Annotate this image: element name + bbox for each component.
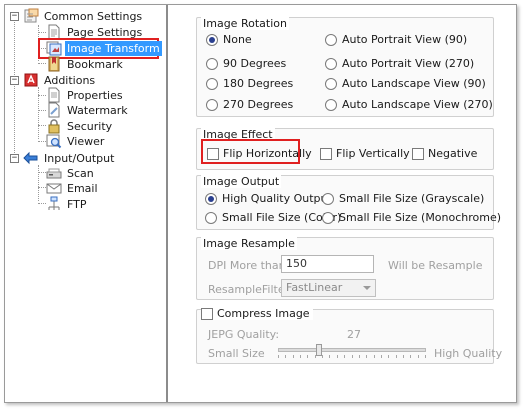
settings-window: − Common Settings Page Settings Image Tr…	[4, 4, 517, 403]
bookmark-icon	[46, 56, 62, 72]
envelope-icon	[46, 180, 62, 196]
radio-indicator	[322, 211, 334, 224]
tree-node-image-transform[interactable]: Image Transform	[46, 40, 162, 56]
slider-tick	[285, 355, 286, 358]
tree-node-security[interactable]: Security	[46, 118, 114, 134]
image-transform-panel: Image Rotation None 90 Degrees 180 Degre…	[170, 5, 516, 402]
rotation-270-radio[interactable]: 270 Degrees	[206, 98, 293, 111]
small-file-grayscale-radio[interactable]: Small File Size (Grayscale)	[322, 192, 484, 205]
tree-node-input-output[interactable]: Input/Output	[23, 150, 116, 166]
ftp-network-icon	[46, 196, 62, 212]
auto-landscape-90-radio[interactable]: Auto Landscape View (90)	[325, 77, 486, 90]
dpi-label: DPI More than	[208, 259, 286, 272]
radio-indicator	[325, 33, 337, 46]
slider-tick	[344, 355, 345, 358]
rotation-none-radio[interactable]: None	[206, 33, 252, 46]
slider-tick	[374, 355, 375, 358]
jpeg-quality-slider[interactable]	[278, 343, 426, 359]
image-resample-title: Image Resample	[201, 237, 297, 250]
jpeg-quality-value: 27	[347, 328, 361, 341]
high-quality-output-radio[interactable]: High Quality Output	[205, 192, 332, 205]
auto-portrait-90-radio[interactable]: Auto Portrait View (90)	[325, 33, 467, 46]
tree-node-viewer[interactable]: Viewer	[46, 133, 106, 149]
radio-indicator	[322, 192, 334, 205]
slider-tick	[337, 355, 338, 358]
flip-vertically-checkbox[interactable]: Flip Vertically	[320, 147, 410, 160]
tree-node-ftp[interactable]: FTP	[46, 196, 89, 212]
tree-node-scan[interactable]: Scan	[46, 165, 96, 181]
collapse-additions-toggle[interactable]: −	[10, 76, 19, 85]
scanner-icon	[46, 165, 62, 181]
slider-tick	[403, 355, 404, 358]
slider-tick	[425, 355, 426, 358]
viewer-icon	[46, 133, 62, 149]
tree-node-bookmark[interactable]: Bookmark	[46, 56, 125, 72]
dpi-input[interactable]: 150	[281, 255, 374, 273]
auto-portrait-270-radio[interactable]: Auto Portrait View (270)	[325, 57, 474, 70]
image-transform-icon	[46, 40, 62, 56]
collapse-input-output-toggle[interactable]: −	[10, 154, 19, 163]
high-quality-label: High Quality	[434, 347, 503, 360]
slider-tick	[293, 355, 294, 358]
lock-icon	[46, 118, 62, 134]
radio-indicator	[325, 98, 337, 111]
slider-track	[278, 348, 426, 352]
watermark-icon	[46, 102, 62, 118]
settings-folder-icon	[23, 8, 39, 24]
radio-indicator	[206, 77, 218, 90]
image-rotation-title: Image Rotation	[201, 17, 289, 30]
checkbox-indicator	[412, 147, 424, 160]
slider-tick	[418, 355, 419, 358]
resample-filter-label: ResampleFilter	[208, 283, 290, 296]
radio-indicator	[325, 77, 337, 90]
collapse-common-settings-toggle[interactable]: −	[10, 12, 19, 21]
slider-tick	[359, 355, 360, 358]
slider-tick	[388, 355, 389, 358]
checkbox-indicator	[201, 307, 213, 320]
tree-node-additions[interactable]: Additions	[23, 72, 97, 88]
settings-tree: − Common Settings Page Settings Image Tr…	[5, 5, 168, 402]
resample-filter-select[interactable]: FastLinear	[281, 279, 376, 297]
radio-indicator	[206, 33, 218, 46]
slider-tick	[352, 355, 353, 358]
slider-tick	[278, 355, 279, 358]
slider-tick	[315, 355, 316, 358]
slider-tick	[329, 355, 330, 358]
radio-indicator	[325, 57, 337, 70]
rotation-180-radio[interactable]: 180 Degrees	[206, 77, 293, 90]
image-output-title: Image Output	[201, 175, 282, 188]
slider-tick	[300, 355, 301, 358]
tree-node-watermark[interactable]: Watermark	[46, 102, 130, 118]
compress-image-checkbox[interactable]: Compress Image	[201, 307, 313, 320]
small-file-monochrome-radio[interactable]: Small File Size (Monochrome)	[322, 211, 501, 224]
chevron-down-icon	[363, 286, 371, 290]
tree-node-common-settings[interactable]: Common Settings	[23, 8, 144, 24]
small-file-color-radio[interactable]: Small File Size (Color)	[205, 211, 341, 224]
auto-landscape-270-radio[interactable]: Auto Landscape View (270)	[325, 98, 493, 111]
radio-indicator	[205, 211, 217, 224]
slider-tick	[381, 355, 382, 358]
additions-icon	[23, 72, 39, 88]
checkbox-indicator	[207, 147, 219, 160]
radio-indicator	[205, 192, 217, 205]
slider-tick	[366, 355, 367, 358]
radio-indicator	[206, 98, 218, 111]
resample-suffix-label: Will be Resample	[388, 259, 483, 272]
slider-tick	[322, 355, 323, 358]
properties-icon	[46, 87, 62, 103]
slider-tick	[410, 355, 411, 358]
input-output-arrow-icon	[23, 150, 39, 166]
small-size-label: Small Size	[208, 347, 265, 360]
tree-node-email[interactable]: Email	[46, 180, 100, 196]
flip-horizontally-checkbox[interactable]: Flip Horizontally	[207, 147, 312, 160]
rotation-90-radio[interactable]: 90 Degrees	[206, 57, 286, 70]
negative-checkbox[interactable]: Negative	[412, 147, 477, 160]
slider-tick	[307, 355, 308, 358]
jpeg-quality-label: JEPG Quality:	[208, 328, 280, 341]
tree-node-properties[interactable]: Properties	[46, 87, 125, 103]
radio-indicator	[206, 57, 218, 70]
slider-tick	[396, 355, 397, 358]
checkbox-indicator	[320, 147, 332, 160]
